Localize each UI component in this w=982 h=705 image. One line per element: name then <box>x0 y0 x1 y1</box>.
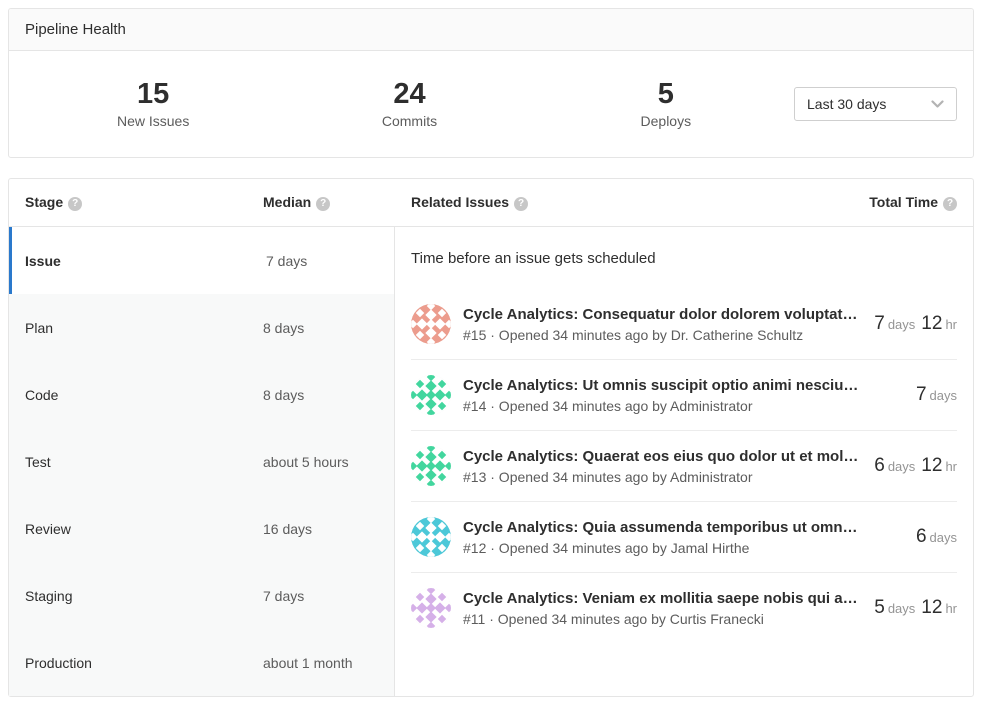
issue-list: Cycle Analytics: Consequatur dolor dolor… <box>411 289 957 643</box>
issue-meta: #11 · Opened 34 minutes ago by Curtis Fr… <box>463 611 858 627</box>
issue-meta: #12 · Opened 34 minutes ago by Jamal Hir… <box>463 540 900 556</box>
metric-deploys: 5 Deploys <box>538 79 794 130</box>
column-header-total-time: Total Time? <box>869 194 957 211</box>
metric-label: New Issues <box>25 113 281 129</box>
help-icon[interactable]: ? <box>943 197 957 211</box>
column-header-stage: Stage? <box>9 194 263 211</box>
stage-events-panel: Time before an issue gets scheduled Cycl… <box>395 227 973 696</box>
issue-item: Cycle Analytics: Quaerat eos eius quo do… <box>411 430 957 501</box>
total-time: 6days12hr <box>874 455 957 477</box>
help-icon[interactable]: ? <box>68 197 82 211</box>
issue-main: Cycle Analytics: Quaerat eos eius quo do… <box>463 448 858 485</box>
issue-avatar[interactable] <box>411 304 451 344</box>
stage-median: about 5 hours <box>263 454 349 470</box>
column-header-related-issues: Related Issues? <box>411 194 528 211</box>
metrics-group: 15 New Issues 24 Commits 5 Deploys <box>25 79 794 130</box>
stage-description: Time before an issue gets scheduled <box>411 227 957 289</box>
issue-item: Cycle Analytics: Veniam ex mollitia saep… <box>411 572 957 643</box>
stage-row[interactable]: Review 16 days <box>9 495 394 562</box>
issue-main: Cycle Analytics: Consequatur dolor dolor… <box>463 306 858 343</box>
issue-title-link[interactable]: Cycle Analytics: Ut omnis suscipit optio… <box>463 377 900 394</box>
cycle-analytics-panel: Stage? Median? Related Issues? Total Tim… <box>8 178 974 697</box>
issue-title-link[interactable]: Cycle Analytics: Quia assumenda temporib… <box>463 519 900 536</box>
issue-item: Cycle Analytics: Ut omnis suscipit optio… <box>411 359 957 430</box>
chevron-down-icon <box>931 96 944 112</box>
stage-label: Plan <box>9 320 263 336</box>
stage-label: Test <box>9 454 263 470</box>
metrics-row: 15 New Issues 24 Commits 5 Deploys Last … <box>9 51 973 157</box>
total-time: 7days12hr <box>874 313 957 335</box>
issue-main: Cycle Analytics: Veniam ex mollitia saep… <box>463 590 858 627</box>
stage-row[interactable]: Issue 7 days <box>9 227 394 294</box>
stage-median: 7 days <box>266 253 307 269</box>
help-icon[interactable]: ? <box>316 197 330 211</box>
cycle-analytics-header: Stage? Median? Related Issues? Total Tim… <box>9 179 973 227</box>
cycle-analytics-body: Issue 7 days Plan 8 days Code 8 days Tes… <box>9 227 973 696</box>
metric-value: 24 <box>281 79 537 111</box>
date-range-select[interactable]: Last 30 days <box>794 87 957 121</box>
stage-label: Review <box>9 521 263 537</box>
stage-nav: Issue 7 days Plan 8 days Code 8 days Tes… <box>9 227 395 696</box>
issue-title-link[interactable]: Cycle Analytics: Quaerat eos eius quo do… <box>463 448 858 465</box>
stage-label: Staging <box>9 588 263 604</box>
stage-label: Code <box>9 387 263 403</box>
metric-value: 5 <box>538 79 794 111</box>
date-range-value: Last 30 days <box>807 96 886 112</box>
metric-label: Commits <box>281 113 537 129</box>
issue-meta: #13 · Opened 34 minutes ago by Administr… <box>463 469 858 485</box>
stage-row[interactable]: Production about 1 month <box>9 629 394 696</box>
metric-new-issues: 15 New Issues <box>25 79 281 130</box>
stage-median: about 1 month <box>263 655 353 671</box>
issue-item: Cycle Analytics: Consequatur dolor dolor… <box>411 289 957 359</box>
stage-median: 8 days <box>263 320 304 336</box>
stage-median: 7 days <box>263 588 304 604</box>
issue-avatar[interactable] <box>411 446 451 486</box>
total-time: 5days12hr <box>874 597 957 619</box>
pipeline-health-panel: Pipeline Health 15 New Issues 24 Commits… <box>8 8 974 158</box>
column-header-median: Median? <box>263 194 330 211</box>
issue-avatar[interactable] <box>411 375 451 415</box>
issue-meta: #15 · Opened 34 minutes ago by Dr. Cathe… <box>463 327 858 343</box>
stage-median: 8 days <box>263 387 304 403</box>
metric-commits: 24 Commits <box>281 79 537 130</box>
stage-row[interactable]: Code 8 days <box>9 361 394 428</box>
issue-item: Cycle Analytics: Quia assumenda temporib… <box>411 501 957 572</box>
total-time: 6days <box>916 526 957 548</box>
stage-label: Issue <box>12 253 266 269</box>
stage-label: Production <box>9 655 263 671</box>
help-icon[interactable]: ? <box>514 197 528 211</box>
header-right: Related Issues? Total Time? <box>395 194 973 211</box>
column-label: Median <box>263 194 311 210</box>
header-left: Stage? Median? <box>9 194 395 211</box>
stage-row[interactable]: Test about 5 hours <box>9 428 394 495</box>
column-label: Stage <box>25 194 63 210</box>
column-label: Total Time <box>869 194 938 210</box>
issue-avatar[interactable] <box>411 588 451 628</box>
issue-avatar[interactable] <box>411 517 451 557</box>
issue-title-link[interactable]: Cycle Analytics: Consequatur dolor dolor… <box>463 306 858 323</box>
stage-row[interactable]: Staging 7 days <box>9 562 394 629</box>
issue-title-link[interactable]: Cycle Analytics: Veniam ex mollitia saep… <box>463 590 858 607</box>
metric-value: 15 <box>25 79 281 111</box>
column-label: Related Issues <box>411 194 509 210</box>
issue-main: Cycle Analytics: Ut omnis suscipit optio… <box>463 377 900 414</box>
issue-main: Cycle Analytics: Quia assumenda temporib… <box>463 519 900 556</box>
panel-title: Pipeline Health <box>9 9 973 51</box>
total-time: 7days <box>916 384 957 406</box>
issue-meta: #14 · Opened 34 minutes ago by Administr… <box>463 398 900 414</box>
metric-label: Deploys <box>538 113 794 129</box>
stage-row[interactable]: Plan 8 days <box>9 294 394 361</box>
stage-median: 16 days <box>263 521 312 537</box>
